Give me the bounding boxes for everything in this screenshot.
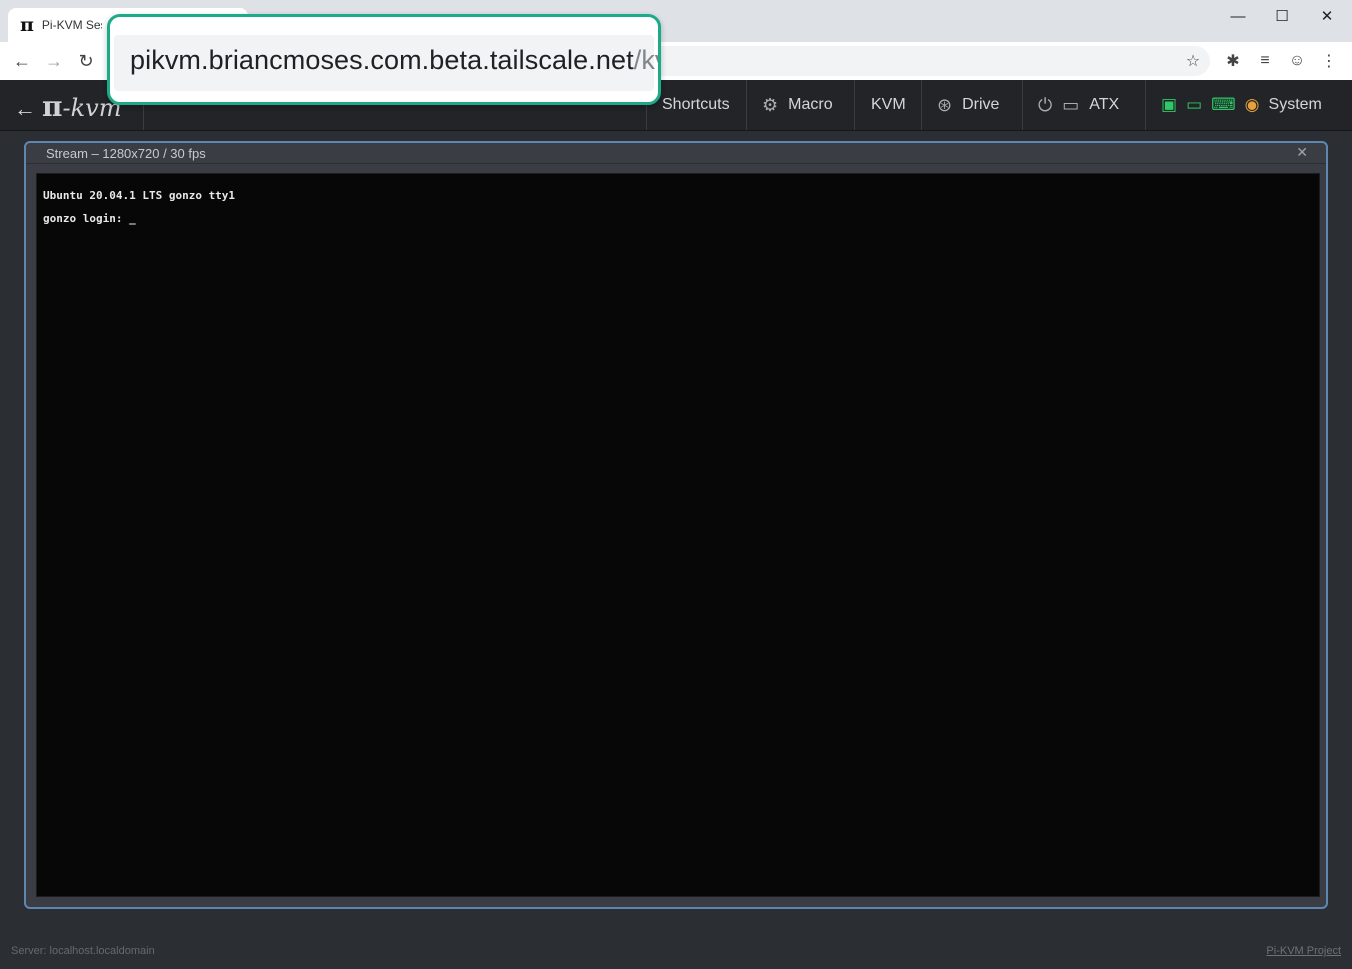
nav-divider <box>1022 80 1023 130</box>
stream-window-header[interactable]: Stream – 1280x720 / 30 fps ✕ <box>26 143 1326 164</box>
hdd-icon: ▭ <box>1062 94 1080 115</box>
back-arrow-icon[interactable]: ← <box>6 42 38 80</box>
console-line: gonzo login: _ <box>43 212 136 225</box>
power-icon: ⏻ <box>1038 94 1053 115</box>
profile-avatar-icon[interactable]: ☺ <box>1282 42 1312 80</box>
pikvm-logo[interactable]: ← π -kvm <box>14 90 121 123</box>
menu-macro-label: Macro <box>788 96 833 113</box>
tab-title: Pi-KVM Session <box>41 18 102 32</box>
reload-icon[interactable]: ↻ <box>70 42 102 80</box>
menu-shortcuts[interactable]: Shortcuts <box>662 80 730 130</box>
maximize-button[interactable]: ☐ <box>1259 0 1305 32</box>
menu-atx-label: ATX <box>1089 96 1120 113</box>
back-arrow-icon: ← <box>14 96 36 121</box>
nav-divider <box>746 80 747 130</box>
forward-arrow-icon[interactable]: → <box>38 42 70 80</box>
url-host: pikvm.briancmoses.com.beta.tailscale.net <box>130 45 634 75</box>
stream-window: Stream – 1280x720 / 30 fps ✕ Ubuntu 20.0… <box>24 141 1328 909</box>
nav-divider <box>1145 80 1146 130</box>
close-window-button[interactable]: ✕ <box>1304 0 1350 32</box>
menu-atx[interactable]: ⏻ ▭ ATX <box>1038 80 1119 130</box>
nav-divider <box>921 80 922 130</box>
menu-shortcuts-label: Shortcuts <box>662 96 730 113</box>
gear-icon: ⚙ <box>762 94 779 115</box>
monitor-icon: ▭ <box>1186 95 1203 114</box>
close-icon[interactable]: ✕ <box>1296 144 1308 161</box>
console-line: Ubuntu 20.04.1 LTS gonzo tty1 <box>43 189 236 202</box>
menu-macro[interactable]: ⚙ Macro <box>762 80 833 130</box>
console-output: Ubuntu 20.04.1 LTS gonzo tty1 gonzo login… <box>43 184 235 230</box>
menu-kvm-label: KVM <box>871 96 906 113</box>
keyboard-icon: ⌨ <box>1211 95 1236 114</box>
minimize-button[interactable]: — <box>1215 0 1261 32</box>
project-link[interactable]: Pi-KVM Project <box>1266 945 1341 957</box>
menu-drive[interactable]: ⊛ Drive <box>937 80 999 130</box>
url-zoom-text[interactable]: pikvm.briancmoses.com.beta.tailscale.net… <box>130 45 658 76</box>
stream-title: Stream – 1280x720 / 30 fps <box>46 146 206 161</box>
server-info: Server: localhost.localdomain <box>11 945 155 957</box>
mouse-icon: ◉ <box>1244 95 1260 114</box>
tab-favicon-icon: π <box>20 14 34 36</box>
menu-system[interactable]: ▣ ▭ ⌨ ◉ System <box>1161 80 1322 130</box>
browser-menu-icon[interactable]: ⋮ <box>1314 42 1344 80</box>
url-path: /kvm <box>633 45 658 75</box>
logo-pi-glyph: π <box>42 90 63 123</box>
nav-divider <box>854 80 855 130</box>
media-queue-icon[interactable]: ≡ <box>1250 42 1280 80</box>
menu-drive-label: Drive <box>962 96 1000 113</box>
extensions-puzzle-icon[interactable]: ✱ <box>1218 42 1248 80</box>
network-icon: ▣ <box>1161 95 1178 114</box>
remote-screen[interactable]: Ubuntu 20.04.1 LTS gonzo tty1 gonzo login… <box>36 173 1320 897</box>
menu-kvm[interactable]: KVM <box>871 80 906 130</box>
menu-system-label: System <box>1268 96 1322 113</box>
url-zoom-callout: pikvm.briancmoses.com.beta.tailscale.net… <box>107 14 661 105</box>
drive-icon: ⊛ <box>937 94 953 115</box>
bookmark-star-icon[interactable]: ☆ <box>1178 42 1208 80</box>
